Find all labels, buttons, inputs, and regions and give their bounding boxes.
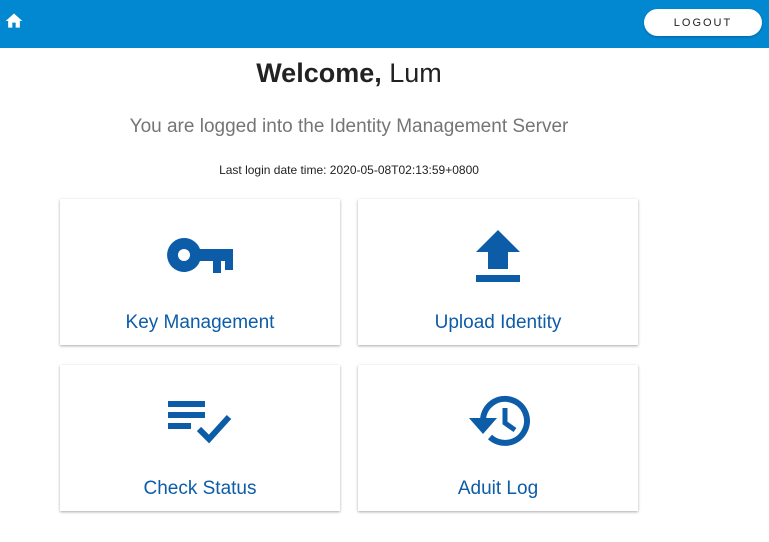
- upload-identity-card[interactable]: Upload Identity: [358, 199, 638, 345]
- home-button[interactable]: [4, 11, 24, 31]
- audit-log-card[interactable]: Aduit Log: [358, 365, 638, 511]
- welcome-heading: Welcome, Lum: [0, 58, 698, 89]
- key-management-card[interactable]: Key Management: [60, 199, 340, 345]
- login-subtitle: You are logged into the Identity Managem…: [129, 116, 569, 137]
- playlist-check-icon: [160, 391, 240, 451]
- history-icon: [458, 391, 538, 451]
- check-status-label: Check Status: [143, 478, 257, 499]
- top-app-bar: LOGOUT: [0, 0, 769, 48]
- key-icon: [160, 225, 240, 285]
- upload-icon: [458, 225, 538, 285]
- home-icon: [5, 13, 23, 28]
- audit-log-label: Aduit Log: [457, 478, 539, 499]
- username: Lum: [389, 58, 442, 88]
- welcome-prefix: Welcome,: [256, 58, 382, 88]
- key-management-label: Key Management: [125, 312, 275, 333]
- check-status-card[interactable]: Check Status: [60, 365, 340, 511]
- logout-button[interactable]: LOGOUT: [644, 9, 762, 36]
- last-login-text: Last login date time: 2020-05-08T02:13:5…: [219, 163, 479, 177]
- upload-identity-label: Upload Identity: [434, 312, 562, 333]
